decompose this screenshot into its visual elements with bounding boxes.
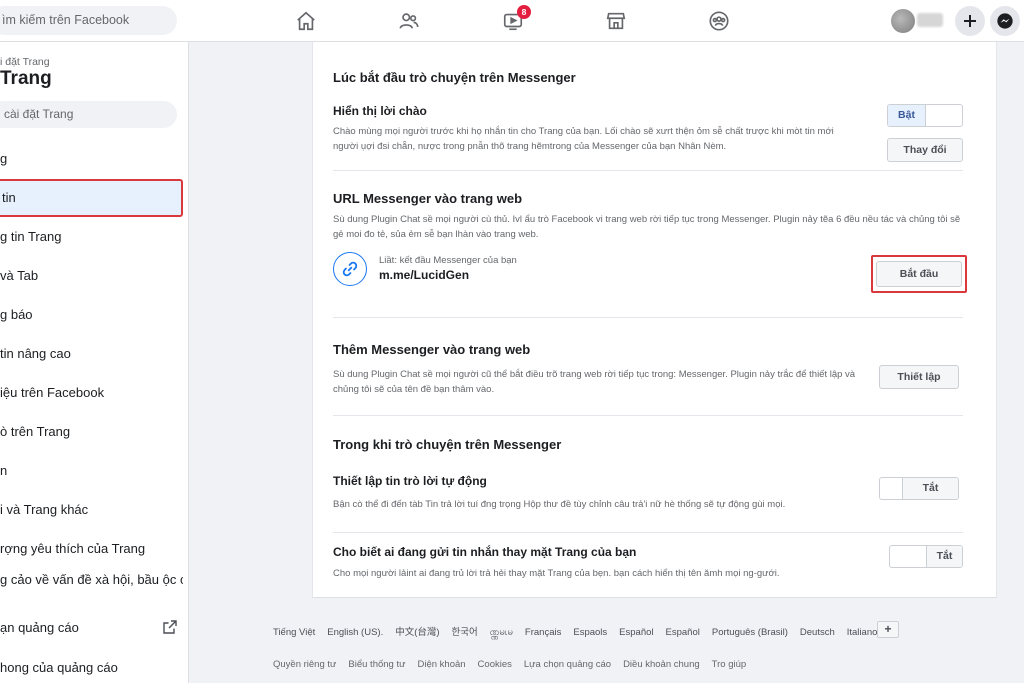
sidebar-item-advanced-messaging[interactable]: tin nâng cao (0, 335, 183, 373)
more-languages-button[interactable]: + (877, 621, 899, 638)
toggle-off-label: Tắt (926, 546, 962, 567)
section-title-messenger-url: URL Messenger vào trang web (333, 191, 523, 206)
footer-links: Quyền riêng tư Biểu thống tư Diện khoản Coo… (273, 659, 758, 670)
messaging-settings-card: Lúc bắt đầu trò chuyện trên Messenger Hi… (312, 42, 997, 598)
autoreply-title: Thiết lập tin trò lời tự động (333, 474, 487, 488)
watch-icon[interactable]: 8 (500, 5, 531, 34)
footer-link[interactable]: Cookies (478, 659, 512, 670)
sidebar-item-political-ads[interactable]: g cảo về vấn đề xà hội, bầu ộc chính trị (0, 569, 183, 609)
sidebar-item-page-info[interactable]: g tin Trang (0, 218, 183, 256)
add-messenger-description: Sù dung Plugin Chat sề mọi người cũ thể … (333, 369, 856, 395)
footer-link[interactable]: Diện khoản (417, 659, 465, 670)
divider (333, 415, 963, 416)
sidebar-title: Trang (0, 68, 52, 89)
create-button[interactable] (955, 6, 985, 36)
highlight-box (871, 255, 967, 293)
footer-link[interactable]: Tro giúp (712, 659, 747, 670)
greeting-title: Hiển thị lời chào (333, 104, 427, 118)
sidebar-item-facebook-badges[interactable]: iệu trên Facebook (0, 374, 183, 412)
friends-icon[interactable] (396, 8, 422, 34)
toggle-on-label: Bật (888, 105, 926, 126)
change-greeting-button[interactable]: Thay đổi (887, 138, 963, 162)
messenger-url-caption: Liầt: kết đầu Messenger của bạn (379, 255, 517, 266)
language-link[interactable]: 한국어 (452, 627, 478, 638)
top-navigation-bar: ìm kiếm trên Facebook 8 (0, 0, 1024, 42)
divider (333, 317, 963, 318)
marketplace-icon[interactable] (603, 8, 629, 34)
language-link[interactable]: English (US). (327, 627, 383, 638)
greeting-description: Chào mùng mọi người trước khi họ nhắn ti… (333, 126, 834, 152)
section-title-during-conversation: Trong khi trò chuyện trên Messenger (333, 437, 562, 452)
section-title-start-conversation: Lúc bắt đầu trò chuyện trên Messenger (333, 70, 576, 85)
identity-toggle[interactable]: Tắt (889, 545, 963, 568)
language-link[interactable]: Espaols (573, 627, 607, 638)
divider (333, 532, 963, 533)
identity-description: Cho mọi người lảint ai đang trủ lời trả … (333, 568, 780, 579)
sidebar-item-messaging[interactable]: tin (0, 179, 183, 217)
messenger-icon (997, 13, 1013, 29)
setup-button[interactable]: Thiết lập (879, 365, 959, 389)
language-link[interactable]: Français (525, 627, 561, 638)
section-title-add-messenger: Thêm Messenger vào trang web (333, 342, 531, 357)
profile-name-blurred[interactable] (917, 13, 943, 27)
language-link[interactable]: Tiếng Việt (273, 627, 315, 638)
toggle-off-label: Tắt (902, 478, 958, 499)
external-link-icon[interactable] (162, 619, 178, 635)
sidebar-item-templates-tabs[interactable]: và Tab (0, 257, 183, 295)
divider (333, 170, 963, 171)
language-link[interactable]: ဏ္ဏမၬမ (490, 627, 513, 638)
plus-icon (964, 15, 976, 27)
sidebar-item-notifications[interactable]: g báo (0, 296, 183, 334)
facebook-search-input[interactable]: ìm kiếm trên Facebook (0, 6, 177, 35)
notification-badge: 8 (517, 5, 531, 19)
greeting-toggle[interactable]: Bật (887, 104, 963, 127)
sidebar-item-people-other-pages[interactable]: i và Trang khác (0, 491, 183, 529)
language-link[interactable]: Deutsch (800, 627, 835, 638)
language-list: Tiếng Việt English (US). 中文(台灣) 한국어 ဏ္ဏမၬမ Fr… (273, 624, 889, 640)
groups-icon[interactable] (706, 8, 732, 34)
autoreply-toggle[interactable]: Tắt (879, 477, 959, 500)
language-link[interactable]: Español (619, 627, 653, 638)
sidebar-item-preferred-audience[interactable]: rợng yêu thích của Trang (0, 530, 183, 568)
footer-link[interactable]: Diều khoản chung (623, 659, 700, 670)
language-link[interactable]: Português (Brasil) (712, 627, 788, 638)
breadcrumb[interactable]: i đặt Trang (0, 56, 50, 68)
autoreply-description: Bận cò thể đi đến tàb Tin trả lời tuí đn… (333, 499, 786, 510)
sidebar-item-ad-limits[interactable]: ạn quảng cáo (0, 609, 183, 647)
sidebar-item-general[interactable]: g (0, 140, 183, 178)
profile-avatar[interactable] (891, 9, 915, 33)
footer-link[interactable]: Biểu thống tư (348, 659, 405, 670)
home-icon[interactable] (293, 8, 319, 34)
messenger-url-value[interactable]: m.me/LucidGen (379, 268, 469, 282)
messenger-button[interactable] (990, 6, 1020, 36)
language-link[interactable]: Italiano (847, 627, 878, 638)
footer-link[interactable]: Lựa chọn quảng cáo (524, 659, 611, 670)
link-icon (333, 252, 367, 286)
language-link[interactable]: 中文(台灣) (395, 627, 439, 638)
language-link[interactable]: Español (666, 627, 700, 638)
settings-search-input[interactable]: i cài đặt Trang (0, 101, 177, 128)
identity-title: Cho biết ai đang gửi tin nhắn thay mặt T… (333, 545, 637, 559)
sidebar-item-page-roles[interactable]: ò trên Trang (0, 413, 183, 451)
sidebar-item-people[interactable]: n (0, 452, 183, 490)
sidebar-item-ad-activity[interactable]: hong của quảng cáo (0, 649, 183, 683)
messenger-url-description: Sù dung Plugin Chat sề mọi người cù thủ.… (333, 214, 961, 240)
page-settings-sidebar: i đặt Trang Trang i cài đặt Trang g tin … (0, 42, 189, 683)
footer-link[interactable]: Quyền riêng tư (273, 659, 336, 670)
